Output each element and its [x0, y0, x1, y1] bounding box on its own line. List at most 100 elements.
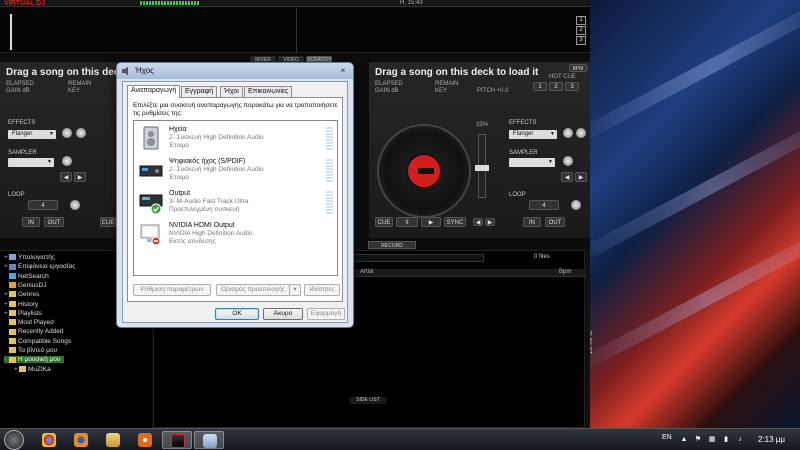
- pitch-up-button[interactable]: ▶: [485, 218, 495, 226]
- left-sampler-select[interactable]: [8, 158, 54, 167]
- tab-playback[interactable]: Αναπαραγωγή: [127, 85, 181, 98]
- speakers-icon: [143, 126, 159, 150]
- right-sampler-prev-button[interactable]: ◀: [561, 172, 573, 182]
- tree-item[interactable]: + Genres: [4, 291, 39, 298]
- right-sampler-play-button[interactable]: ▶: [575, 172, 587, 182]
- left-effect-knob-1[interactable]: [62, 128, 72, 138]
- tree-expander-icon[interactable]: +: [14, 366, 18, 373]
- side-list-button[interactable]: SIDE LIST: [350, 397, 386, 404]
- right-play-button[interactable]: ▶: [421, 217, 441, 227]
- device-level-meter: [326, 191, 333, 215]
- right-loop-in-button[interactable]: IN: [523, 217, 541, 227]
- taskbar-firefox[interactable]: [66, 431, 96, 449]
- close-icon[interactable]: ×: [337, 65, 349, 76]
- hot-cue-button-3[interactable]: 3: [565, 82, 579, 91]
- right-jog-wheel[interactable]: [377, 124, 471, 218]
- cancel-button[interactable]: Άκυρο: [263, 308, 303, 320]
- properties-button[interactable]: Ιδιότητες: [304, 284, 340, 296]
- column-artist[interactable]: Artist: [360, 269, 374, 275]
- left-loop-shift-knob[interactable]: [70, 200, 80, 210]
- tree-item[interactable]: + Playlists: [4, 310, 42, 317]
- right-pitch-slider[interactable]: [475, 134, 489, 198]
- hot-cue-button-1[interactable]: 1: [533, 82, 547, 91]
- taskbar-explorer[interactable]: [98, 431, 128, 449]
- tree-expander-icon[interactable]: +: [4, 263, 8, 270]
- ok-button[interactable]: OK: [215, 308, 259, 320]
- show-hidden-icons-icon[interactable]: ▲: [680, 436, 688, 444]
- left-sampler-prev-button[interactable]: ◀: [60, 172, 72, 182]
- waveform-area[interactable]: [0, 8, 590, 53]
- right-pause-button[interactable]: II: [396, 217, 418, 227]
- deck-number-button-3[interactable]: 3: [576, 36, 586, 45]
- left-effect-select[interactable]: Flanger: [8, 130, 56, 139]
- language-indicator[interactable]: EN: [662, 434, 672, 441]
- device-item-speakers[interactable]: Ηχεία 2- Συσκευή High Definition Audio Έ…: [137, 124, 333, 154]
- left-loop-length[interactable]: 4: [28, 200, 58, 210]
- record-button[interactable]: RECORD: [368, 241, 416, 249]
- left-loop-in-button[interactable]: IN: [22, 217, 40, 227]
- deck-number-button-1[interactable]: 1: [576, 16, 586, 25]
- taskbar-clock[interactable]: 2:13 μμ: [758, 435, 785, 444]
- bpm-badge[interactable]: BPM: [569, 64, 587, 72]
- left-sampler-play-button[interactable]: ▶: [74, 172, 86, 182]
- taskbar-virtualdj[interactable]: [162, 431, 192, 449]
- tab-communications[interactable]: Επικοινωνίες: [244, 86, 293, 97]
- tree-item-label: Playlists: [18, 309, 42, 317]
- tab-recording[interactable]: Εγγραφή: [181, 86, 218, 97]
- tree-item[interactable]: Most Played: [4, 319, 54, 326]
- tree-item[interactable]: + Υπολογιστής: [4, 254, 55, 261]
- network-icon[interactable]: ▦: [708, 436, 716, 444]
- left-effect-knob-2[interactable]: [76, 128, 86, 138]
- signal-icon[interactable]: ▮: [722, 436, 730, 444]
- browser-scrollbar[interactable]: [586, 250, 590, 428]
- left-sampler-volume-knob[interactable]: [62, 156, 72, 166]
- tree-expander-icon[interactable]: +: [4, 310, 8, 317]
- tree-expander-icon[interactable]: +: [4, 301, 8, 308]
- tree-item[interactable]: GeniusDJ: [4, 282, 47, 289]
- tree-item[interactable]: Recently Added: [4, 328, 64, 335]
- device-item-spdif[interactable]: Ψηφιακός ήχος (S/PDIF) 2- Συσκευή High D…: [137, 156, 333, 186]
- tree-item[interactable]: + MuZIKa: [14, 366, 51, 373]
- configure-button[interactable]: Ρύθμιση παραμέτρων: [133, 284, 211, 296]
- tree-item[interactable]: + History: [4, 301, 38, 308]
- dialog-titlebar[interactable]: Ήχος ×: [117, 63, 353, 79]
- tree-item[interactable]: NetSearch: [4, 273, 49, 280]
- right-loop-shift-knob[interactable]: [571, 200, 581, 210]
- taskbar-media-player[interactable]: [130, 431, 160, 449]
- right-effect-knob-2[interactable]: [576, 128, 586, 138]
- right-effect-select[interactable]: Flanger: [509, 130, 557, 139]
- volume-icon[interactable]: ♪: [736, 436, 744, 444]
- column-bpm[interactable]: Bpm: [559, 269, 571, 275]
- right-sync-button[interactable]: SYNC: [444, 217, 466, 227]
- hot-cue-button-2[interactable]: 2: [549, 82, 563, 91]
- right-loop-out-button[interactable]: OUT: [545, 217, 565, 227]
- set-default-dropdown[interactable]: ▾: [289, 284, 301, 296]
- apply-button[interactable]: Εφαρμογή: [307, 308, 345, 320]
- right-loop-length[interactable]: 4: [529, 200, 559, 210]
- pitch-down-button[interactable]: ◀: [473, 218, 483, 226]
- tree-item[interactable]: Compatible Songs: [4, 338, 71, 345]
- set-default-button[interactable]: Ορισμός προεπιλογής: [216, 284, 290, 296]
- right-sampler-volume-knob[interactable]: [563, 156, 573, 166]
- tree-expander-icon[interactable]: +: [4, 254, 8, 261]
- tree-expander-icon[interactable]: +: [4, 291, 8, 298]
- taskbar-sound-dialog[interactable]: [194, 431, 224, 449]
- right-effect-knob-1[interactable]: [563, 128, 573, 138]
- pitch-slider-handle[interactable]: [475, 165, 489, 171]
- deck-number-button-2[interactable]: 2: [576, 26, 586, 35]
- tree-item[interactable]: + Επιφάνεια εργασίας: [4, 263, 75, 270]
- left-cue-button[interactable]: CUE: [100, 217, 116, 227]
- taskbar-chrome[interactable]: [34, 431, 64, 449]
- tree-expander-icon[interactable]: -: [4, 356, 8, 363]
- action-center-icon[interactable]: ⚑: [694, 436, 702, 444]
- device-item-output[interactable]: Output 3- M-Audio Fast Track Ultra Προεπ…: [137, 188, 333, 218]
- tree-item[interactable]: Τα βίντεό μου: [4, 347, 57, 354]
- tab-sounds[interactable]: Ήχοι: [220, 86, 243, 97]
- right-sampler-select[interactable]: [509, 158, 555, 167]
- device-item-hdmi[interactable]: NVIDIA HDMI Output NVIDIA High Definitio…: [137, 220, 333, 250]
- start-button[interactable]: [4, 430, 24, 450]
- tree-item[interactable]: - Η μουσική μου: [4, 356, 65, 364]
- folder-icon: [19, 365, 26, 372]
- left-loop-out-button[interactable]: OUT: [44, 217, 64, 227]
- right-cue-button[interactable]: CUE: [375, 217, 393, 227]
